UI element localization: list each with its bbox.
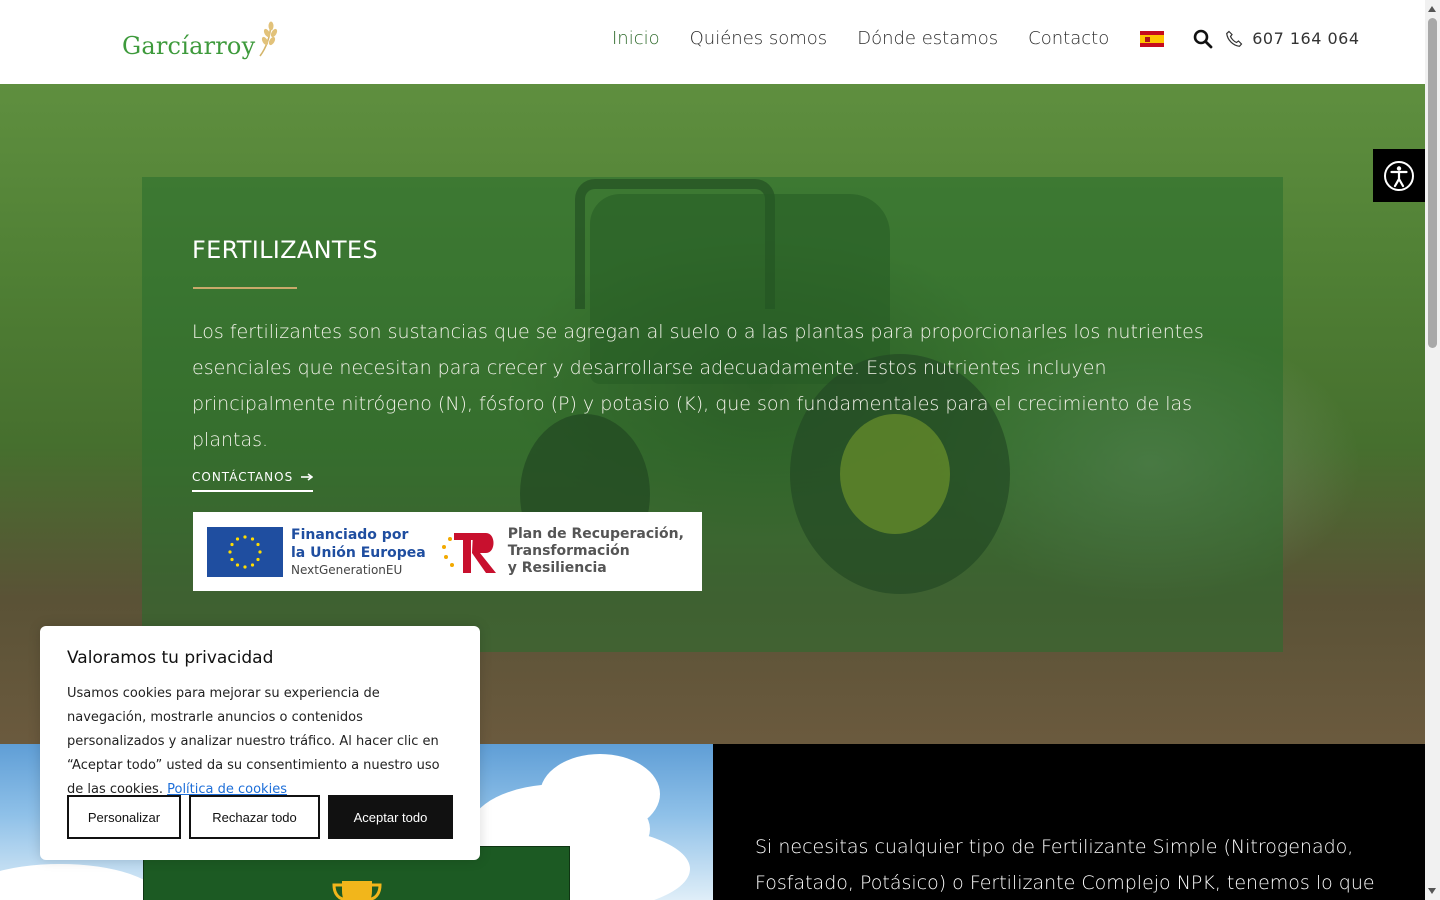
phone-icon [1226,30,1243,47]
scrollbar-thumb[interactable] [1428,18,1437,348]
nav-item-inicio[interactable]: Inicio [612,28,660,49]
contact-cta-link[interactable]: CONTÁCTANOS [192,470,314,492]
contact-cta-label: CONTÁCTANOS [192,470,294,484]
hero-title: FERTILIZANTES [192,236,378,264]
site-header: Garcíarroy Inicio Quiénes somos Dónde es… [0,0,1425,84]
eu-funding-line2: la Unión Europea [291,544,426,561]
logo[interactable]: Garcíarroy [122,20,278,60]
eu-funding-banner: Financiado por la Unión Europea NextGene… [193,512,702,591]
scroll-up-icon[interactable] [1428,6,1436,12]
prtr-text: Plan de Recuperación, Transformación y R… [508,526,684,577]
eu-flag-icon [207,526,283,577]
logo-text: Garcíarroy [122,32,256,60]
nav-item-contacto[interactable]: Contacto [1028,28,1109,49]
trophy-icon [332,881,382,900]
nav-item-quienes-somos[interactable]: Quiénes somos [690,28,828,49]
cookie-body: Usamos cookies para mejorar su experienc… [67,682,457,802]
title-divider [193,287,297,289]
accept-all-button[interactable]: Aceptar todo [328,795,453,839]
phone-number[interactable]: 607 164 064 [1252,29,1359,48]
prtr-line2: Transformación [507,543,630,559]
wheat-icon [259,21,278,57]
accessibility-button[interactable] [1373,149,1425,202]
eu-funding-line3: NextGenerationEU [291,562,403,577]
fertilizer-info-text: Si necesitas cualquier tipo de Fertiliza… [755,836,1375,894]
eu-funding-text: Financiado por la Unión Europea NextGene… [291,526,426,578]
eu-funding-line1: Financiado por [291,526,409,543]
accessibility-icon [1384,160,1414,191]
fertilizer-info-panel: Si necesitas cualquier tipo de Fertiliza… [713,744,1425,900]
cookie-consent-dialog: Valoramos tu privacidad Usamos cookies p… [40,626,480,860]
prtr-logo-icon [441,532,496,573]
personalize-button[interactable]: Personalizar [67,795,181,839]
arrow-right-icon [301,473,314,481]
page-scrollbar[interactable] [1425,0,1440,900]
prtr-line1: Plan de Recuperación, [507,526,684,542]
cookie-title: Valoramos tu privacidad [67,648,274,668]
cookie-body-text: Usamos cookies para mejorar su experienc… [67,686,440,797]
prtr-line3: y Resiliencia [507,560,607,576]
spain-flag-icon[interactable] [1140,30,1165,47]
reject-all-button[interactable]: Rechazar todo [189,795,320,839]
search-icon[interactable] [1193,29,1213,49]
main-nav: Inicio Quiénes somos Dónde estamos Conta… [612,28,1360,49]
hero-description: Los fertilizantes son sustancias que se … [192,321,1204,451]
nav-item-donde-estamos[interactable]: Dónde estamos [857,28,998,49]
scroll-down-icon[interactable] [1428,888,1436,894]
